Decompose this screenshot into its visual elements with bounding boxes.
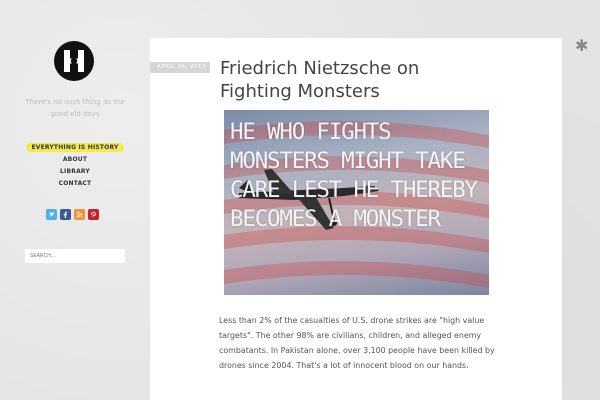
main-nav: Everything is History About Library Cont… xyxy=(0,142,150,190)
featured-image[interactable]: He who fights monsters might take care l… xyxy=(224,110,489,295)
twitter-icon[interactable] xyxy=(46,209,57,220)
post-title[interactable]: Friedrich Nietzsche on Fighting Monsters xyxy=(220,57,480,103)
pinterest-icon[interactable] xyxy=(88,209,99,220)
rss-icon[interactable] xyxy=(74,209,85,220)
nav-item-about[interactable]: About xyxy=(0,154,150,166)
search-input[interactable] xyxy=(25,249,125,263)
post-date: APRIL 26, 2013 xyxy=(150,62,210,73)
asterisk-icon[interactable]: ✱ xyxy=(575,36,588,55)
post-excerpt: Less than 2% of the casualties of U.S. d… xyxy=(219,316,495,370)
nav-item-library[interactable]: Library xyxy=(0,166,150,178)
post-card: APRIL 26, 2013 Friedrich Nietzsche on Fi… xyxy=(150,38,562,400)
site-logo[interactable] xyxy=(53,40,95,82)
image-quote: He who fights monsters might take care l… xyxy=(230,119,478,232)
nav-item-everything-is-history[interactable]: Everything is History xyxy=(0,142,150,154)
social-links xyxy=(46,209,106,220)
site-tagline: There's no such thing as the good old da… xyxy=(25,98,125,118)
nav-item-contact[interactable]: Contact xyxy=(0,178,150,190)
sidebar: There's no such thing as the good old da… xyxy=(0,0,150,400)
facebook-icon[interactable] xyxy=(60,209,71,220)
